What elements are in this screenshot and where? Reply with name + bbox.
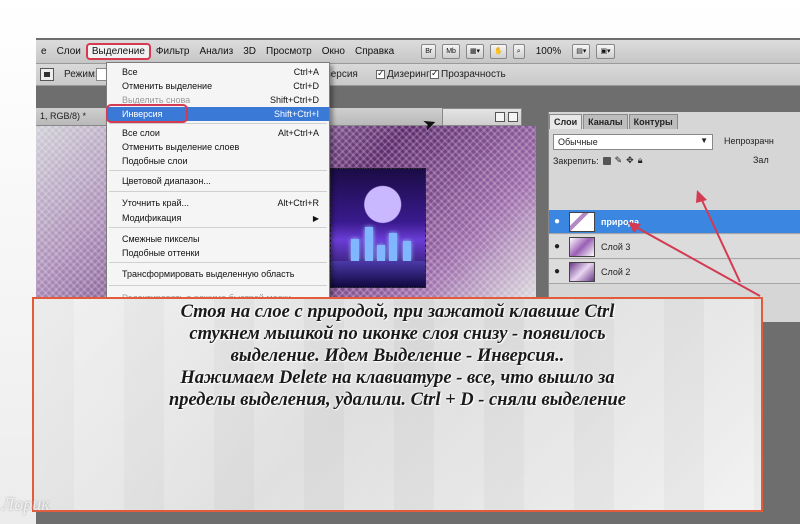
instruction-text: Стоя на слое с природой, при зажатой кла… xyxy=(169,302,626,410)
arrowhead xyxy=(628,222,641,233)
arrow-to-layer3-thumb xyxy=(633,225,761,297)
watermark: Лорик xyxy=(2,494,50,514)
arrowhead xyxy=(696,190,707,203)
arrow-to-nature-layer xyxy=(699,195,741,283)
